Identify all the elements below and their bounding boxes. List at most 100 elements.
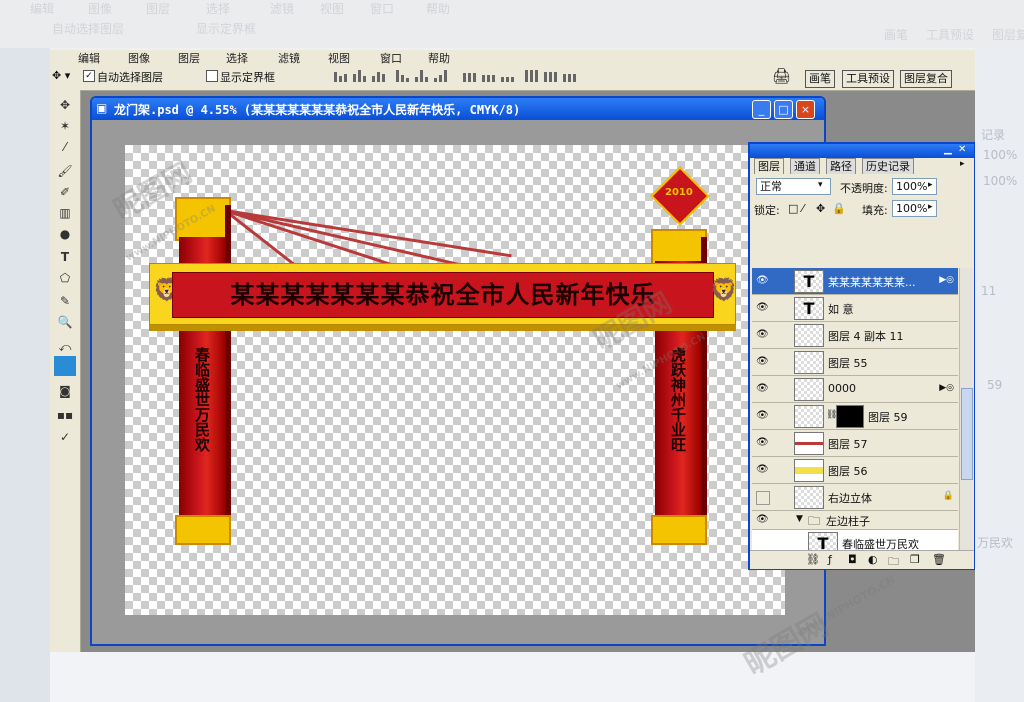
align-right-icon[interactable] [433, 70, 447, 82]
opacity-label: 不透明度: [840, 182, 888, 195]
tab-layer-comps[interactable]: 图层复合 [900, 70, 952, 88]
file-browser-icon[interactable]: 🖨 [772, 67, 791, 85]
distribute-right-icon[interactable] [562, 70, 576, 82]
layer-row[interactable]: 👁 ⛓ 图层 59 [752, 403, 958, 430]
panel-titlebar[interactable]: ▁ ✕ [750, 144, 974, 158]
layer-row[interactable]: 👁 0000 ▶◎ [752, 376, 958, 403]
layers-scrollbar[interactable] [959, 268, 973, 558]
panel-menu-icon[interactable]: ▸ [960, 159, 965, 169]
panel-minimize-icon[interactable]: ▁ [944, 144, 952, 155]
tab-tool-presets[interactable]: 工具预设 [842, 70, 894, 88]
jump-to-imageready-icon[interactable]: ✓ [54, 428, 76, 446]
new-group-icon[interactable]: 🗀 [888, 553, 899, 572]
lock-transparency-icon[interactable]: □ [788, 202, 798, 215]
document-titlebar[interactable]: ▣ 龙门架.psd @ 4.55% (某某某某某某某恭祝全市人民新年快乐, CM… [92, 98, 824, 120]
fill-slider-arrow-icon[interactable]: ▸ [928, 202, 933, 212]
visibility-eye-icon[interactable]: 👁 [756, 329, 769, 341]
tab-layers[interactable]: 图层 [754, 158, 784, 174]
link-layers-icon[interactable]: ⛓ [806, 553, 820, 566]
tab-history[interactable]: 历史记录 [862, 158, 914, 174]
add-style-icon[interactable]: ƒ [828, 553, 832, 566]
tab-paths[interactable]: 路径 [826, 158, 856, 174]
visibility-eye-icon[interactable]: 👁 [756, 514, 769, 526]
type-tool-icon[interactable]: T [54, 248, 76, 266]
layer-group-row[interactable]: 👁 ▼ 🗀 左边柱子 [752, 511, 958, 530]
close-button[interactable]: × [796, 100, 815, 119]
layer-row[interactable]: 👁 T 某某某某某某某... ▶◎ [752, 268, 958, 295]
gradient-tool-icon[interactable]: ▥ [54, 204, 76, 222]
layers-panel: ▁ ✕ 图层 通道 路径 历史记录 ▸ 正常 ▾ 不透明度: 100% ▸ 锁定… [748, 142, 975, 570]
visibility-off-box[interactable] [756, 491, 770, 505]
lock-image-icon[interactable]: ⁄ [802, 202, 804, 215]
layer-name: 如 意 [828, 303, 854, 316]
blend-row: 正常 ▾ 不透明度: 100% ▸ [752, 178, 970, 196]
align-top-icon[interactable] [333, 70, 347, 82]
layer-name: 图层 59 [868, 411, 908, 424]
distribute-top-icon[interactable] [462, 70, 476, 82]
photoshop-window: 编辑 图像 图层 选择 滤镜 视图 窗口 帮助 ✥ ▾ ✓ 自动选择图层 显示定… [50, 50, 975, 652]
move-tool-icon[interactable]: ✥ [54, 96, 76, 114]
layer-row[interactable]: 👁 图层 4 副本 11 [752, 322, 958, 349]
group-expand-chevron-icon[interactable]: ▼ [796, 514, 803, 524]
layer-effects-icon[interactable]: ▶◎ [939, 275, 954, 285]
visibility-eye-icon[interactable]: 👁 [756, 356, 769, 368]
visibility-eye-icon[interactable]: 👁 [756, 437, 769, 449]
background-color-swatch[interactable] [54, 356, 76, 376]
canvas[interactable]: 春临盛世万民欢 2010 虎跃神州千业旺 🦁 某某某某某某某恭祝全市人民新年快乐 [125, 145, 785, 615]
auto-select-checkbox[interactable]: ✓ [83, 70, 95, 82]
tab-brushes[interactable]: 画笔 [805, 70, 835, 88]
quick-mask-icon[interactable]: ◙ [54, 382, 76, 400]
eyedropper-icon[interactable]: ⁄ [54, 138, 76, 156]
visibility-eye-icon[interactable]: 👁 [756, 464, 769, 476]
swap-colors-icon[interactable]: ⤺ [54, 338, 76, 356]
minimize-button[interactable]: _ [752, 100, 771, 119]
layer-row[interactable]: 👁 T 如 意 [752, 295, 958, 322]
brush-tool-icon[interactable]: 🖌 [54, 162, 76, 180]
align-left-icon[interactable] [395, 70, 409, 82]
burn-tool-icon[interactable]: ● [54, 225, 76, 243]
layer-thumbnail [794, 324, 824, 347]
history-brush-icon[interactable]: ✐ [54, 183, 76, 201]
shape-tool-icon[interactable]: ⬠ [54, 269, 76, 287]
align-bottom-icon[interactable] [371, 70, 385, 82]
align-vcenter-icon[interactable] [352, 70, 366, 82]
background-app-statusbar [50, 652, 975, 702]
layer-row[interactable]: 👁 图层 57 [752, 430, 958, 457]
tab-channels[interactable]: 通道 [790, 158, 820, 174]
lock-all-icon[interactable]: 🔒 [832, 202, 846, 215]
visibility-eye-icon[interactable]: 👁 [756, 275, 769, 287]
distribute-left-icon[interactable] [524, 70, 538, 82]
magic-wand-icon[interactable]: ✶ [54, 117, 76, 135]
distribute-hcenter-icon[interactable] [543, 70, 557, 82]
right-pillar-cap [651, 229, 707, 265]
layer-name: 某某某某某某某... [828, 276, 916, 289]
ghost-menu-item: 选择 [206, 2, 231, 16]
visibility-eye-icon[interactable]: 👁 [756, 302, 769, 314]
visibility-eye-icon[interactable]: 👁 [756, 383, 769, 395]
new-layer-icon[interactable]: ❐ [910, 553, 920, 566]
tool-preset-dropdown[interactable]: ✥ ▾ [52, 69, 70, 82]
notes-tool-icon[interactable]: ✎ [54, 292, 76, 310]
toolbox: ✥ ✶ ⁄ 🖌 ✐ ▥ ● T ⬠ ✎ 🔍 ⤺ ◙ ▪▪ ✓ [50, 90, 81, 652]
left-pillar-base [175, 515, 231, 545]
panel-close-icon[interactable]: ✕ [958, 144, 966, 155]
show-bounds-checkbox[interactable] [206, 70, 218, 82]
zoom-tool-icon[interactable]: 🔍 [54, 313, 76, 331]
lock-position-icon[interactable]: ✥ [816, 202, 825, 215]
scroll-thumb[interactable] [961, 388, 973, 480]
layer-row[interactable]: 右边立体 🔒 [752, 484, 958, 511]
layer-row[interactable]: 👁 图层 56 [752, 457, 958, 484]
distribute-vcenter-icon[interactable] [481, 70, 495, 82]
layer-name: 图层 4 副本 11 [828, 330, 904, 343]
adjustment-layer-icon[interactable]: ◐ [868, 553, 878, 566]
trash-icon[interactable]: 🗑 [932, 553, 946, 566]
add-mask-icon[interactable]: ◘ [848, 553, 857, 566]
layer-row[interactable]: 👁 图层 55 [752, 349, 958, 376]
maximize-button[interactable]: □ [774, 100, 793, 119]
visibility-eye-icon[interactable]: 👁 [756, 410, 769, 422]
layer-effects-icon[interactable]: ▶◎ [939, 383, 954, 393]
align-hcenter-icon[interactable] [414, 70, 428, 82]
opacity-slider-arrow-icon[interactable]: ▸ [928, 180, 933, 190]
distribute-bottom-icon[interactable] [500, 70, 514, 82]
screen-mode-icon[interactable]: ▪▪ [54, 406, 76, 424]
